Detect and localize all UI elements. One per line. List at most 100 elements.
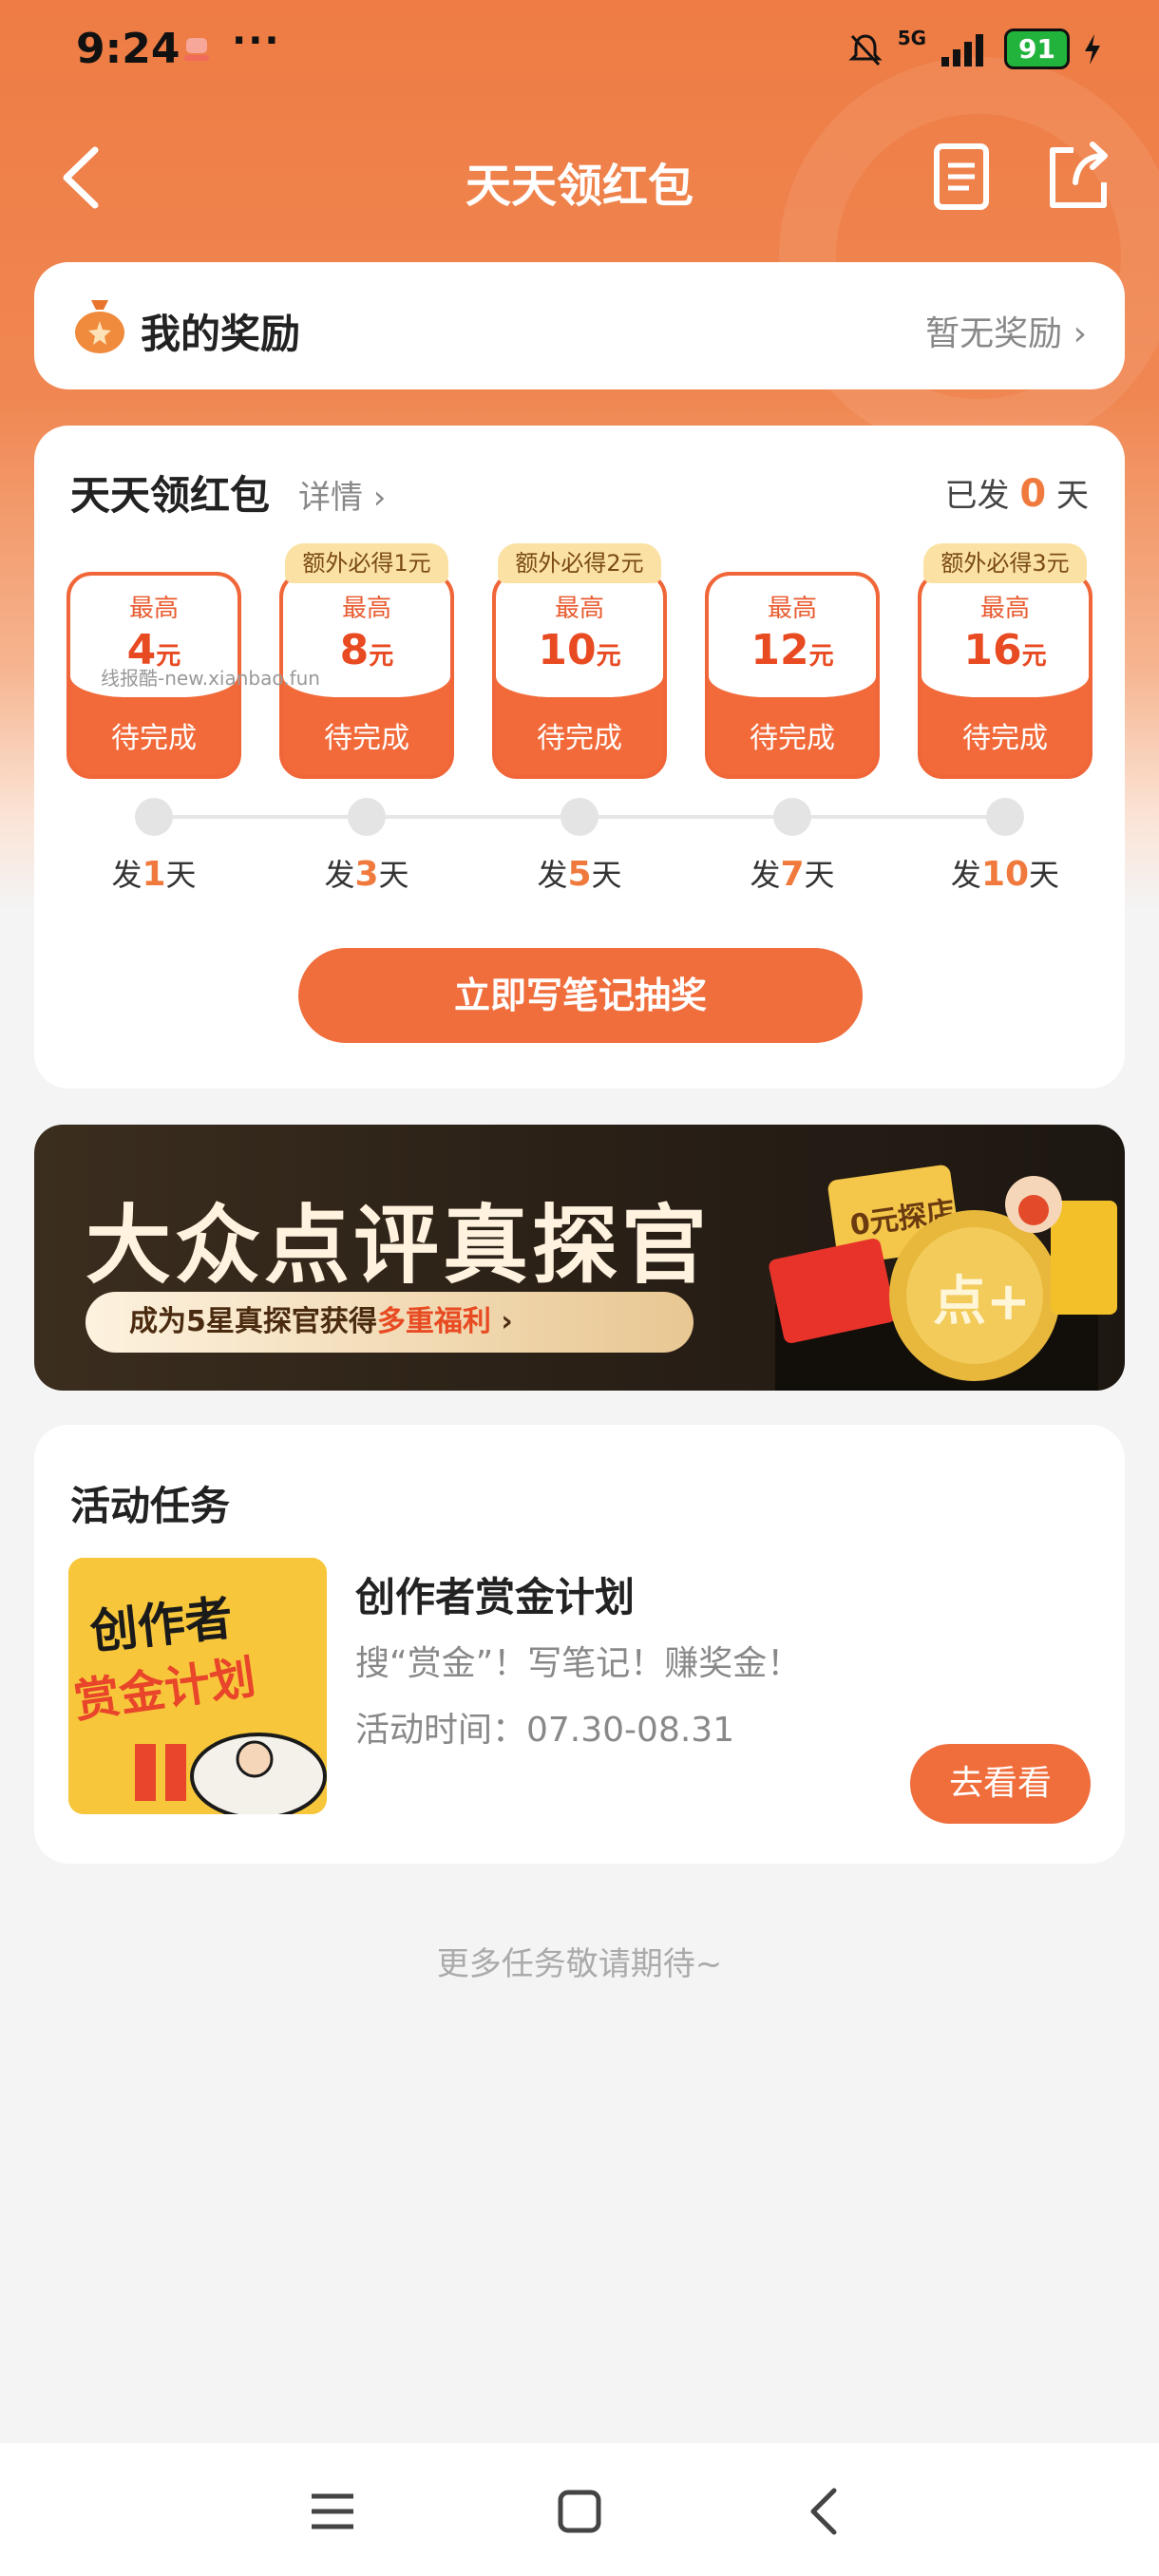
lock-icon bbox=[348, 798, 386, 836]
amount-unit: 元 bbox=[596, 642, 621, 671]
status-time: 9:24 bbox=[76, 25, 180, 73]
daily-card-title: 天天领红包 bbox=[70, 472, 271, 519]
activity-tasks-card: 活动任务 创作者 赏金计划 创作者赏金计划 搜“赏金”！写笔记！赚奖金！ 活动时… bbox=[34, 1425, 1125, 1864]
amount-unit: 元 bbox=[369, 642, 394, 671]
banner-subtitle: 成为5星真探官获得 bbox=[129, 1305, 377, 1338]
amount-unit: 元 bbox=[808, 642, 834, 671]
amount-value: 10 bbox=[538, 626, 597, 674]
app-notification-icon bbox=[184, 38, 209, 61]
day-milestone-1: 发1天 bbox=[78, 851, 230, 895]
explorer-promo-banner[interactable]: 大众点评真探官 成为5星真探官获得多重福利 › 0元探店 点+ bbox=[34, 1125, 1125, 1391]
day-milestone-7: 发7天 bbox=[716, 851, 868, 895]
reward-status-link[interactable]: 暂无奖励 › bbox=[925, 306, 1087, 355]
day-milestone-5: 发5天 bbox=[504, 851, 656, 895]
slot-status: 待完成 bbox=[111, 722, 197, 755]
rules-document-icon[interactable] bbox=[931, 141, 992, 213]
nav-bar: 天天领红包 bbox=[0, 123, 1159, 228]
reward-slot-box: 最高 10元 待完成 bbox=[492, 572, 667, 779]
sent-days-counter: 已发 0 天 bbox=[945, 469, 1089, 516]
sent-days-prefix: 已发 bbox=[944, 477, 1010, 515]
max-label: 最高 bbox=[767, 595, 817, 623]
amount-value: 12 bbox=[750, 626, 809, 674]
mute-bell-icon bbox=[848, 33, 883, 66]
sent-days-count: 0 bbox=[1019, 472, 1047, 516]
extra-bonus-badge: 额外必得2元 bbox=[498, 543, 661, 583]
reward-amount: 16元 bbox=[922, 626, 1089, 674]
banner-subtitle-pill: 成为5星真探官获得多重福利 › bbox=[86, 1292, 694, 1353]
reward-amount: 10元 bbox=[496, 626, 663, 674]
gift-box-coin-illustration: 0元探店 点+ bbox=[769, 1165, 1117, 1391]
day-prefix: 发 bbox=[750, 857, 781, 893]
slot-status: 待完成 bbox=[962, 722, 1048, 755]
coin-text: 点+ bbox=[933, 1271, 1031, 1333]
more-tasks-hint: 更多任务敬请期待~ bbox=[436, 1945, 723, 1983]
network-type-label: 5G bbox=[897, 26, 927, 49]
more-notifications-icon: ··· bbox=[232, 19, 281, 63]
day-number: 7 bbox=[780, 855, 805, 894]
my-reward-card[interactable]: 我的奖励 暂无奖励 › bbox=[34, 262, 1125, 389]
share-icon[interactable] bbox=[1045, 141, 1112, 213]
amount-value: 16 bbox=[963, 626, 1022, 674]
signal-icon bbox=[941, 33, 984, 66]
status-indicators: 5G 91 bbox=[846, 26, 1102, 69]
lock-icon bbox=[135, 798, 173, 836]
day-number: 10 bbox=[980, 855, 1030, 894]
slot-status: 待完成 bbox=[324, 722, 409, 755]
task-name: 创作者赏金计划 bbox=[355, 1574, 636, 1620]
banner-title: 大众点评真探官 bbox=[86, 1196, 711, 1296]
reward-slot-top: 最高 12元 bbox=[709, 576, 876, 697]
tasks-title: 活动任务 bbox=[70, 1483, 231, 1529]
lock-icon bbox=[986, 798, 1024, 836]
system-navigation-bar bbox=[0, 2443, 1159, 2576]
day-milestone-3: 发3天 bbox=[291, 851, 443, 895]
day-milestone-10: 发10天 bbox=[929, 851, 1081, 895]
go-view-button[interactable]: 去看看 bbox=[910, 1744, 1091, 1824]
amount-unit: 元 bbox=[1021, 642, 1047, 671]
day-prefix: 发 bbox=[950, 857, 981, 893]
day-number: 3 bbox=[354, 855, 379, 894]
details-link[interactable]: 详情 › bbox=[298, 471, 386, 518]
reward-slot-box: 最高 12元 待完成 bbox=[705, 572, 880, 779]
decorative-ring bbox=[779, 57, 1159, 456]
home-icon[interactable] bbox=[551, 2483, 608, 2540]
day-number: 5 bbox=[567, 855, 592, 894]
extra-bonus-badge: 额外必得1元 bbox=[285, 543, 448, 583]
task-description: 搜“赏金”！写笔记！赚奖金！ bbox=[355, 1644, 802, 1683]
lock-icon bbox=[773, 798, 811, 836]
day-prefix: 发 bbox=[537, 857, 568, 893]
day-suffix: 天 bbox=[378, 857, 409, 893]
max-label: 最高 bbox=[128, 595, 179, 623]
status-bar: 9:24 ··· 5G 91 bbox=[0, 0, 1159, 104]
watermark-text: 线报酷-new.xianbao.fun bbox=[101, 667, 320, 690]
amount-value: 8 bbox=[339, 626, 370, 674]
my-reward-title: 我的奖励 bbox=[141, 311, 301, 357]
reward-slot-top: 最高 10元 bbox=[496, 576, 663, 697]
task-time: 活动时间：07.30-08.31 bbox=[355, 1711, 735, 1750]
banner-highlight: 多重福利 bbox=[376, 1305, 491, 1338]
day-suffix: 天 bbox=[165, 857, 197, 893]
reward-amount: 12元 bbox=[709, 626, 876, 674]
extra-bonus-badge: 额外必得3元 bbox=[923, 543, 1087, 583]
bounty-plan-illustration: 创作者 赏金计划 bbox=[68, 1558, 327, 1814]
menu-icon[interactable] bbox=[304, 2483, 361, 2540]
banner-arrow-icon: › bbox=[501, 1305, 513, 1338]
max-label: 最高 bbox=[341, 595, 391, 623]
max-label: 最高 bbox=[979, 595, 1030, 623]
max-label: 最高 bbox=[554, 595, 604, 623]
system-back-icon[interactable] bbox=[798, 2483, 855, 2540]
battery-indicator: 91 bbox=[1004, 28, 1070, 69]
charging-icon bbox=[1085, 33, 1100, 65]
slot-status: 待完成 bbox=[750, 722, 835, 755]
day-prefix: 发 bbox=[111, 857, 142, 893]
sent-days-suffix: 天 bbox=[1056, 477, 1089, 515]
money-bag-icon bbox=[75, 300, 124, 353]
daily-red-packet-card: 天天领红包 详情 › 已发 0 天 最高 4元 待完成 最高 8元 待完成 额外… bbox=[34, 426, 1125, 1089]
day-prefix: 发 bbox=[324, 857, 355, 893]
reward-slot-top: 最高 16元 bbox=[922, 576, 1089, 697]
day-number: 1 bbox=[142, 855, 166, 894]
slot-status: 待完成 bbox=[537, 722, 622, 755]
task-thumbnail[interactable]: 创作者 赏金计划 bbox=[68, 1558, 327, 1814]
reward-slot-box: 最高 16元 待完成 bbox=[918, 572, 1092, 779]
day-suffix: 天 bbox=[591, 857, 622, 893]
write-note-lottery-button[interactable]: 立即写笔记抽奖 bbox=[298, 948, 863, 1043]
